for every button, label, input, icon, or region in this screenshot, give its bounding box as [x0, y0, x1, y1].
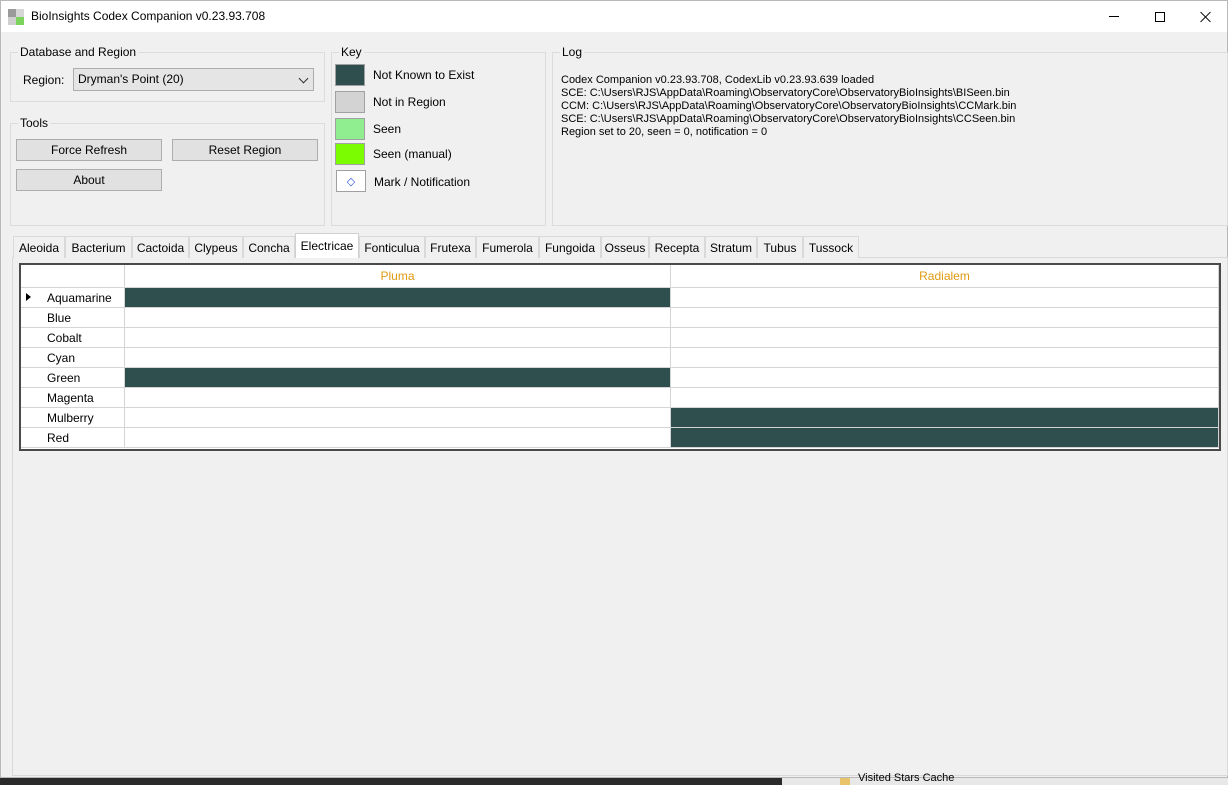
- window-title: BioInsights Codex Companion v0.23.93.708: [31, 9, 266, 23]
- maximize-button[interactable]: [1137, 1, 1183, 32]
- row-header[interactable]: Blue: [21, 308, 125, 328]
- about-button[interactable]: About: [16, 169, 162, 191]
- grid-cell[interactable]: [671, 308, 1219, 328]
- grid-cell[interactable]: [125, 308, 671, 328]
- species-grid[interactable]: Pluma Radialem Aquamarine Blue Cobalt Cy…: [19, 263, 1221, 451]
- region-label: Region:: [23, 73, 65, 87]
- tab-tussock[interactable]: Tussock: [803, 236, 859, 258]
- title-bar[interactable]: BioInsights Codex Companion v0.23.93.708: [1, 1, 1227, 32]
- tab-concha[interactable]: Concha: [243, 236, 295, 258]
- tools-title: Tools: [18, 116, 51, 130]
- row-header[interactable]: Cyan: [21, 348, 125, 368]
- key-group: Key Not Known to Exist Not in Region See…: [331, 45, 546, 226]
- tab-stratum[interactable]: Stratum: [705, 236, 757, 258]
- log-title: Log: [560, 45, 585, 59]
- row-name: Blue: [47, 311, 72, 325]
- grid-cell[interactable]: [125, 288, 671, 308]
- log-line: CCM: C:\Users\RJS\AppData\Roaming\Observ…: [561, 100, 1017, 112]
- column-header-pluma[interactable]: Pluma: [125, 265, 671, 288]
- tab-clypeus[interactable]: Clypeus: [189, 236, 243, 258]
- row-name: Green: [47, 371, 81, 385]
- tab-aleoida[interactable]: Aleoida: [13, 236, 65, 258]
- log-line: Region set to 20, seen = 0, notification…: [561, 126, 768, 138]
- tab-frutexa[interactable]: Frutexa: [425, 236, 476, 258]
- grid-cell[interactable]: [671, 328, 1219, 348]
- close-button[interactable]: [1183, 1, 1228, 32]
- row-name: Cyan: [47, 351, 76, 365]
- tab-bacterium[interactable]: Bacterium: [65, 236, 132, 258]
- grid-cell[interactable]: [671, 368, 1219, 388]
- tools-group: Tools Force Refresh Reset Region About: [10, 116, 325, 226]
- grid-cell[interactable]: [125, 388, 671, 408]
- grid-cell[interactable]: [671, 388, 1219, 408]
- row-header[interactable]: Magenta: [21, 388, 125, 408]
- row-name: Red: [47, 431, 70, 445]
- grid-cell[interactable]: [125, 428, 671, 448]
- key-label-seen-manual: Seen (manual): [373, 147, 452, 161]
- tab-tubus[interactable]: Tubus: [757, 236, 803, 258]
- diamond-icon: ◇: [346, 175, 356, 188]
- key-label-not-known: Not Known to Exist: [373, 68, 475, 82]
- grid-cell[interactable]: [125, 348, 671, 368]
- key-label-seen: Seen: [373, 122, 402, 136]
- grid-cell[interactable]: [671, 348, 1219, 368]
- key-label-not-in-region: Not in Region: [373, 95, 446, 109]
- swatch-seen: [335, 118, 365, 140]
- tab-electricae[interactable]: Electricae: [295, 233, 359, 258]
- app-icon: [8, 9, 24, 25]
- database-region-group: Database and Region Region: Dryman's Poi…: [10, 45, 325, 102]
- row-header[interactable]: Red: [21, 428, 125, 448]
- tab-cactoida[interactable]: Cactoida: [132, 236, 189, 258]
- row-name: Magenta: [47, 391, 94, 405]
- swatch-mark: ◇: [336, 170, 366, 192]
- log-line: SCE: C:\Users\RJS\AppData\Roaming\Observ…: [561, 113, 1016, 125]
- row-name: Aquamarine: [47, 291, 112, 305]
- swatch-not-in-region: [335, 91, 365, 113]
- grid-cell[interactable]: [125, 368, 671, 388]
- tab-recepta[interactable]: Recepta: [649, 236, 705, 258]
- force-refresh-button[interactable]: Force Refresh: [16, 139, 162, 161]
- tab-osseus[interactable]: Osseus: [601, 236, 649, 258]
- maximize-icon: [1155, 11, 1165, 22]
- background-item-label: Visited Stars Cache: [858, 772, 955, 784]
- chevron-down-icon: [298, 73, 309, 84]
- app-window: BioInsights Codex Companion v0.23.93.708…: [0, 0, 1228, 778]
- minimize-icon: [1109, 16, 1119, 17]
- tab-fumerola[interactable]: Fumerola: [476, 236, 539, 258]
- key-title: Key: [339, 45, 364, 59]
- grid-cell[interactable]: [671, 428, 1219, 448]
- reset-region-button[interactable]: Reset Region: [172, 139, 318, 161]
- log-group: Log Codex Companion v0.23.93.708, CodexL…: [552, 45, 1228, 226]
- swatch-not-known: [335, 64, 365, 86]
- close-icon: [1200, 11, 1212, 23]
- grid-cell[interactable]: [671, 408, 1219, 428]
- region-select-value: Dryman's Point (20): [78, 72, 184, 86]
- region-select[interactable]: Dryman's Point (20): [73, 68, 314, 91]
- row-header[interactable]: Cobalt: [21, 328, 125, 348]
- log-line: SCE: C:\Users\RJS\AppData\Roaming\Observ…: [561, 87, 1010, 99]
- minimize-button[interactable]: [1091, 1, 1137, 32]
- row-header[interactable]: Green: [21, 368, 125, 388]
- tab-fonticulua[interactable]: Fonticulua: [359, 236, 425, 258]
- grid-cell[interactable]: [671, 288, 1219, 308]
- grid-cell[interactable]: [125, 328, 671, 348]
- database-region-title: Database and Region: [18, 45, 139, 59]
- grid-cell[interactable]: [125, 408, 671, 428]
- row-header[interactable]: Mulberry: [21, 408, 125, 428]
- tab-fungoida[interactable]: Fungoida: [539, 236, 601, 258]
- row-name: Mulberry: [47, 411, 94, 425]
- row-header[interactable]: Aquamarine: [21, 288, 125, 308]
- column-header-radialem[interactable]: Radialem: [671, 265, 1219, 288]
- log-line: Codex Companion v0.23.93.708, CodexLib v…: [561, 74, 875, 86]
- key-label-mark: Mark / Notification: [374, 175, 471, 189]
- swatch-seen-manual: [335, 143, 365, 165]
- row-name: Cobalt: [47, 331, 82, 345]
- background-explorer-peek: Visited Stars Cache: [782, 772, 1228, 785]
- folder-icon: [840, 778, 850, 785]
- current-row-arrow-icon: [26, 293, 31, 301]
- grid-corner: [21, 265, 125, 288]
